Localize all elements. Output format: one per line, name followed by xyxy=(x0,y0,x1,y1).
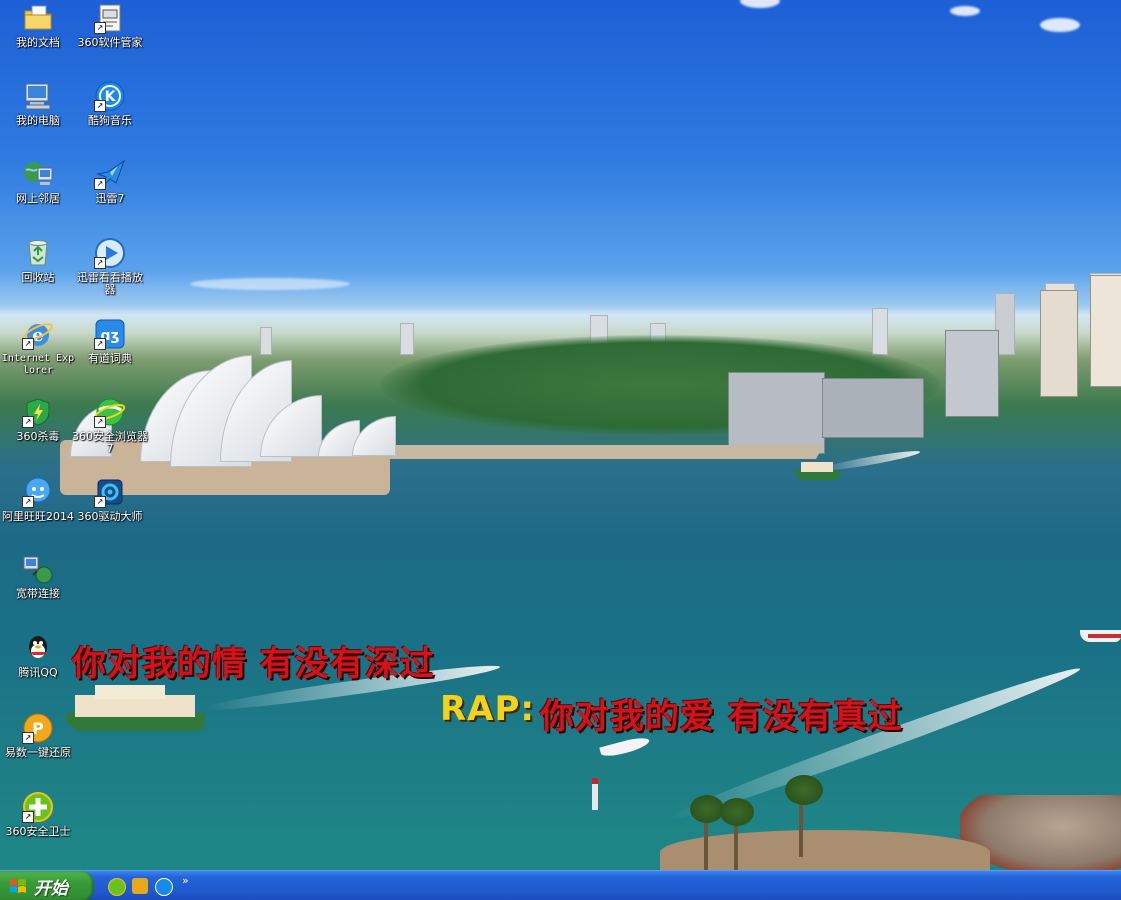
desktop-icon-youdao-dict[interactable]: ɑʒ ↗ 有道词典 xyxy=(72,318,148,365)
shortcut-arrow-icon: ↗ xyxy=(22,732,34,744)
start-label: 开始 xyxy=(34,878,68,899)
shortcut-arrow-icon: ↗ xyxy=(94,22,106,34)
360-driver-icon: ↗ xyxy=(94,476,126,508)
desktop-icon-network[interactable]: 网上邻居 xyxy=(0,158,76,205)
360-antivirus-icon: ↗ xyxy=(22,396,54,428)
desktop-icon-360-browser[interactable]: ↗ 360安全浏览器7 xyxy=(72,396,148,455)
shortcut-arrow-icon: ↗ xyxy=(94,100,106,112)
desktop-icon-thunder[interactable]: ↗ 迅雷7 xyxy=(72,158,148,205)
kugou-music-icon: K ↗ xyxy=(94,80,126,112)
building xyxy=(1040,290,1078,397)
shore xyxy=(660,830,990,875)
lyric-line-1: 你对我的情 有没有深过 xyxy=(72,644,435,684)
computer-icon xyxy=(22,80,54,112)
icon-label: 阿里旺旺2014 xyxy=(2,510,74,523)
icon-label: 宽带连接 xyxy=(16,587,60,600)
folder-documents-icon xyxy=(22,2,54,34)
ferry xyxy=(795,460,840,482)
desktop-icon-restore[interactable]: P ↗ 易数一键还原 xyxy=(0,712,76,759)
lyric-line-2: 你对我的爱 有没有真过 xyxy=(540,697,903,737)
icon-label: 360安全卫士 xyxy=(5,825,71,838)
shortcut-arrow-icon: ↗ xyxy=(22,811,34,823)
building xyxy=(822,378,924,438)
building xyxy=(1090,275,1121,387)
icon-label: 360安全浏览器7 xyxy=(72,430,148,455)
icon-label: 360杀毒 xyxy=(16,430,60,443)
icon-label: 易数一键还原 xyxy=(5,746,71,759)
shortcut-arrow-icon: ↗ xyxy=(94,178,106,190)
building xyxy=(945,330,999,417)
360-browser-icon: ↗ xyxy=(94,396,126,428)
desktop-icon-internet-explorer[interactable]: e ↗ Internet Explorer xyxy=(0,318,76,377)
shortcut-arrow-icon: ↗ xyxy=(94,496,106,508)
desktop-icon-360-software-manager[interactable]: ↗ 360软件管家 xyxy=(72,2,148,49)
ie-icon: e ↗ xyxy=(22,318,54,350)
desktop-icon-aliwangwang[interactable]: ↗ 阿里旺旺2014 xyxy=(0,476,76,523)
desktop-icon-360-security[interactable]: ↗ 360安全卫士 xyxy=(0,791,76,838)
desktop-icon-360-antivirus[interactable]: ↗ 360杀毒 xyxy=(0,396,76,443)
xunlei-player-icon: ↗ xyxy=(94,237,126,269)
360-security-icon: ↗ xyxy=(22,791,54,823)
shortcut-arrow-icon: ↗ xyxy=(94,338,106,350)
shortcut-arrow-icon: ↗ xyxy=(94,257,106,269)
desktop-icon-xunlei-player[interactable]: ↗ 迅雷看看播放器 xyxy=(72,237,148,296)
svg-text:K: K xyxy=(105,89,117,105)
ferry xyxy=(65,685,205,740)
aliwangwang-icon: ↗ xyxy=(22,476,54,508)
icon-label: 我的文档 xyxy=(16,36,60,49)
icon-label: 腾讯QQ xyxy=(18,666,58,679)
desktop-icon-qq[interactable]: 腾讯QQ xyxy=(0,632,76,679)
icon-label: Internet Explorer xyxy=(1,353,75,376)
buoy xyxy=(592,778,598,810)
desktop-icon-my-documents[interactable]: 我的文档 xyxy=(0,2,76,49)
speedboat xyxy=(599,734,651,760)
icon-label: 回收站 xyxy=(21,271,55,284)
icon-label: 我的电脑 xyxy=(16,114,60,127)
shortcut-arrow-icon: ↗ xyxy=(22,416,34,428)
boat xyxy=(1080,622,1121,644)
quicklaunch-kugou-icon[interactable] xyxy=(155,878,173,896)
icon-label: 360驱动大师 xyxy=(77,510,143,523)
icon-label: 酷狗音乐 xyxy=(88,114,132,127)
icon-label: 迅雷看看播放器 xyxy=(77,271,143,296)
icon-label: 迅雷7 xyxy=(95,192,125,205)
windows-logo-icon xyxy=(10,879,26,893)
qq-icon xyxy=(22,632,54,664)
start-button[interactable]: 开始 xyxy=(0,871,94,900)
taskbar: 开始 » xyxy=(0,870,1121,900)
icon-label: 有道词典 xyxy=(88,352,132,365)
youdao-dict-icon: ɑʒ ↗ xyxy=(94,318,126,350)
restore-icon: P ↗ xyxy=(22,712,54,744)
desktop-icon-recycle-bin[interactable]: 回收站 xyxy=(0,237,76,284)
network-icon xyxy=(22,158,54,190)
desktop[interactable]: 我的文档 我的电脑 网上邻居 回收站 e ↗ Internet Explorer… xyxy=(0,0,1121,900)
quicklaunch-chevron-icon[interactable]: » xyxy=(182,874,189,887)
broadband-icon xyxy=(22,553,54,585)
software-manager-icon: ↗ xyxy=(94,2,126,34)
icon-label: 网上邻居 xyxy=(16,192,60,205)
desktop-icon-broadband[interactable]: 宽带连接 xyxy=(0,553,76,600)
icon-label: 360软件管家 xyxy=(77,36,143,49)
recycle-bin-icon xyxy=(22,237,54,269)
desktop-icon-360-driver[interactable]: ↗ 360驱动大师 xyxy=(72,476,148,523)
shortcut-arrow-icon: ↗ xyxy=(22,338,34,350)
thunder-icon: ↗ xyxy=(94,158,126,190)
desktop-icon-my-computer[interactable]: 我的电脑 xyxy=(0,80,76,127)
shortcut-arrow-icon: ↗ xyxy=(22,496,34,508)
quicklaunch-app-icon[interactable] xyxy=(132,878,148,894)
lyric-rap-label: RAP: xyxy=(440,689,536,729)
shortcut-arrow-icon: ↗ xyxy=(94,416,106,428)
building xyxy=(728,372,825,454)
quay xyxy=(385,445,825,459)
quicklaunch-360-security-icon[interactable] xyxy=(108,878,126,896)
desktop-icon-kugou-music[interactable]: K ↗ 酷狗音乐 xyxy=(72,80,148,127)
